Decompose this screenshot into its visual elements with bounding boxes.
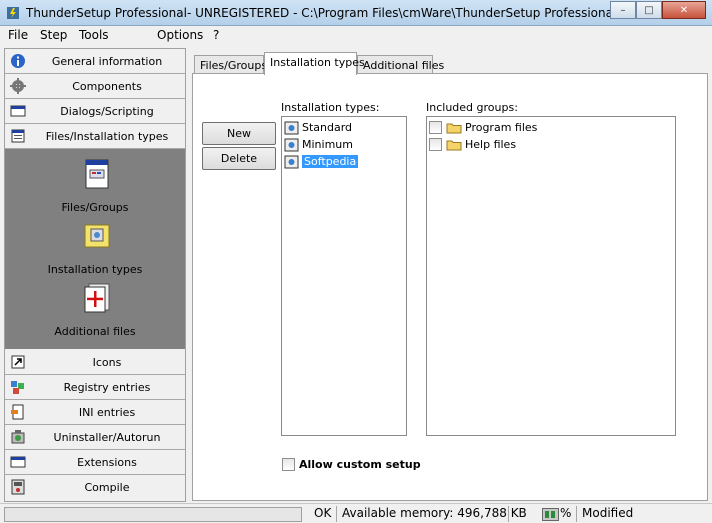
menu-tools[interactable]: Tools [79, 28, 109, 42]
group-checkbox[interactable] [429, 121, 442, 134]
tab-installation-types[interactable]: Installation types [264, 52, 365, 75]
shortcut-icon [11, 355, 25, 369]
allow-custom-setup-checkbox[interactable] [282, 458, 295, 471]
menu-file[interactable]: File [8, 28, 28, 42]
app-icon [7, 7, 19, 19]
status-text: OK [314, 506, 332, 520]
list-item[interactable]: Program files [429, 119, 537, 136]
sidebar-expanded-group: Files/Groups Installation types Addition… [5, 149, 185, 349]
sidebar-subitem-additional-files[interactable]: Additional files [5, 283, 185, 345]
menu-help[interactable]: ? [213, 28, 219, 42]
uninstaller-icon [11, 430, 25, 444]
sidebar-item-general-information[interactable]: General information [5, 49, 185, 74]
installer-icon [284, 138, 299, 151]
menu-options[interactable]: Options [157, 28, 203, 42]
group-checkbox[interactable] [429, 138, 442, 151]
memory-readout: Available memory: 496,788 KB [342, 506, 527, 520]
sidebar-item-compile[interactable]: Compile [5, 475, 185, 500]
add-file-icon [84, 283, 110, 313]
gear-icon [10, 78, 26, 94]
ini-icon [11, 404, 24, 420]
files-icon [11, 129, 25, 143]
installer-icon [284, 121, 299, 134]
modified-status: Modified [582, 506, 634, 520]
sidebar-item-registry-entries[interactable]: Registry entries [5, 375, 185, 400]
list-item-selected[interactable]: Softpedia [284, 153, 359, 170]
close-button[interactable]: ✕ [662, 1, 706, 19]
installation-types-label: Installation types: [281, 101, 380, 114]
status-separator [336, 506, 337, 522]
maximize-button[interactable]: □ [636, 1, 662, 19]
percent-readout: % [560, 506, 572, 520]
allow-custom-setup-label: Allow custom setup [299, 458, 421, 471]
sidebar-item-ini-entries[interactable]: INI entries [5, 400, 185, 425]
registry-icon [11, 381, 24, 394]
folder-icon [446, 123, 462, 133]
tab-bar: Files/Groups Installation types Addition… [192, 52, 710, 75]
minimize-button[interactable]: – [610, 1, 636, 19]
sidebar-item-dialogs-scripting[interactable]: Dialogs/Scripting [5, 99, 185, 124]
sidebar-item-extensions[interactable]: Extensions [5, 450, 185, 475]
allow-custom-setup-option[interactable]: Allow custom setup [282, 458, 421, 471]
status-separator [508, 506, 509, 522]
progress-bar [4, 507, 302, 522]
menu-bar: File Step Tools Options ? [0, 26, 712, 46]
list-item[interactable]: Minimum [284, 136, 353, 153]
document-icon [85, 159, 109, 189]
sidebar-subitem-installation-types[interactable]: Installation types [5, 221, 185, 283]
included-groups-label: Included groups: [426, 101, 518, 114]
dialog-icon [10, 105, 26, 117]
sidebar-item-icons[interactable]: Icons [5, 350, 185, 375]
installer-icon [284, 155, 299, 168]
tab-files-groups[interactable]: Files/Groups [194, 55, 267, 74]
new-button[interactable]: New [202, 122, 276, 145]
menu-step[interactable]: Step [40, 28, 67, 42]
sidebar-item-uninstaller-autorun[interactable]: Uninstaller/Autorun [5, 425, 185, 450]
compile-icon [11, 479, 25, 495]
title-bar[interactable]: ThunderSetup Professional- UNREGISTERED … [0, 0, 712, 26]
sidebar-item-components[interactable]: Components [5, 74, 185, 99]
sidebar-item-files-installation-types[interactable]: Files/Installation types [5, 124, 185, 149]
installer-icon [84, 224, 110, 248]
extension-icon [10, 456, 26, 468]
folder-icon [446, 140, 462, 150]
sidebar: General information Components Dialogs/S… [4, 48, 186, 502]
status-bar: OK Available memory: 496,788 KB % Modifi… [0, 503, 712, 523]
info-icon [11, 54, 25, 68]
delete-button[interactable]: Delete [202, 147, 276, 170]
list-item[interactable]: Standard [284, 119, 352, 136]
installation-types-list[interactable]: Standard Minimum Softpedia [281, 116, 407, 436]
memory-icon [542, 508, 559, 521]
list-item[interactable]: Help files [429, 136, 516, 153]
sidebar-subitem-files-groups[interactable]: Files/Groups [5, 159, 185, 221]
included-groups-list[interactable]: Program files Help files [426, 116, 676, 436]
status-separator [576, 506, 577, 522]
window-title: ThunderSetup Professional- UNREGISTERED … [26, 6, 611, 20]
tab-additional-files[interactable]: Additional files [357, 55, 444, 74]
